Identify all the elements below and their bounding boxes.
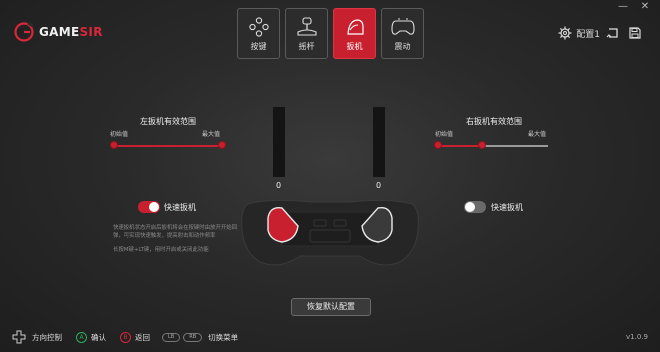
config-label: 配置1 bbox=[576, 29, 600, 40]
right-range-min-label: 初始值 bbox=[435, 131, 454, 138]
right-quick-trigger-label: 快速扳机 bbox=[491, 203, 523, 212]
left-range-max-knob[interactable] bbox=[218, 141, 226, 149]
left-quick-trigger-toggle[interactable] bbox=[138, 201, 160, 213]
right-range-max-knob[interactable] bbox=[478, 141, 486, 149]
save-icon[interactable] bbox=[628, 26, 642, 40]
right-trigger-bar bbox=[373, 107, 385, 177]
gamesir-logo-icon bbox=[14, 22, 34, 42]
left-trigger-value: 0 bbox=[276, 181, 282, 190]
left-range-min-label: 初始值 bbox=[110, 131, 129, 138]
right-range-title: 右扳机有效范围 bbox=[466, 117, 522, 126]
left-range-title: 左扳机有效范围 bbox=[140, 117, 196, 126]
description-line-3: 长按M键+LT键，用时开启或关闭此功能 bbox=[113, 247, 209, 253]
right-range-max-label: 最大值 bbox=[528, 131, 547, 138]
gear-icon bbox=[558, 26, 572, 40]
back-hint-label: 返回 bbox=[135, 332, 150, 342]
trigger-icon bbox=[346, 19, 364, 35]
close-button[interactable]: ✕ bbox=[638, 1, 652, 13]
right-quick-trigger-toggle[interactable] bbox=[464, 201, 486, 213]
right-range-min-knob[interactable] bbox=[434, 141, 442, 149]
b-key-icon: B bbox=[120, 331, 131, 343]
quick-trigger-description: 快速扳机状态开启后扳机将会在按键时由放开开始回 弹，可实现快速触发，提高射击和动… bbox=[113, 224, 253, 254]
left-range-track[interactable] bbox=[114, 145, 222, 147]
switch-menu-hint-label: 切换菜单 bbox=[208, 332, 239, 342]
reset-config-icon[interactable] bbox=[606, 26, 620, 40]
right-range-active-track bbox=[438, 145, 482, 147]
dpad-icon bbox=[12, 330, 26, 344]
description-line-1: 快速扳机状态开启后扳机将会在按键时由放开开始回 bbox=[113, 225, 237, 231]
tab-vibration-label: 震动 bbox=[394, 42, 411, 51]
left-trigger-bar bbox=[273, 107, 285, 177]
config-selector[interactable]: 配置1 bbox=[558, 26, 600, 40]
left-range-max-label: 最大值 bbox=[202, 131, 221, 138]
tab-vibration[interactable]: 震动 bbox=[381, 8, 424, 59]
brand-name: GAMESIR bbox=[39, 25, 103, 39]
a-key-icon: A bbox=[76, 331, 87, 343]
tab-buttons[interactable]: 按键 bbox=[237, 8, 280, 59]
minimize-button[interactable]: — bbox=[616, 1, 630, 13]
dpad-buttons-icon bbox=[248, 17, 269, 37]
tab-trigger[interactable]: 扳机 bbox=[333, 8, 376, 59]
brand-logo: GAMESIR bbox=[14, 22, 103, 42]
version-label: v1.0.9 bbox=[626, 333, 648, 341]
rb-key-icon: RB bbox=[183, 332, 203, 342]
vibration-controller-icon bbox=[390, 18, 415, 35]
tab-buttons-label: 按键 bbox=[250, 42, 267, 51]
dpad-hint-label: 方向控制 bbox=[32, 332, 62, 342]
footer-hints: 方向控制 A 确认 B 返回 LB RB 切换菜单 bbox=[12, 330, 238, 344]
restore-default-button[interactable]: 恢复默认配置 bbox=[291, 298, 371, 316]
right-trigger-value: 0 bbox=[376, 181, 382, 190]
joystick-icon bbox=[296, 17, 317, 36]
controller-illustration bbox=[241, 199, 419, 266]
tab-trigger-label: 扳机 bbox=[346, 42, 363, 51]
left-range-min-knob[interactable] bbox=[110, 141, 118, 149]
confirm-hint-label: 确认 bbox=[91, 332, 106, 342]
description-line-2: 弹，可实现快速触发，提高射击和动作频率 bbox=[113, 233, 216, 239]
left-quick-trigger-label: 快速扳机 bbox=[164, 203, 196, 212]
lb-key-icon: LB bbox=[162, 332, 181, 342]
tab-joystick-label: 摇杆 bbox=[298, 42, 315, 51]
tab-joystick[interactable]: 摇杆 bbox=[285, 8, 328, 59]
